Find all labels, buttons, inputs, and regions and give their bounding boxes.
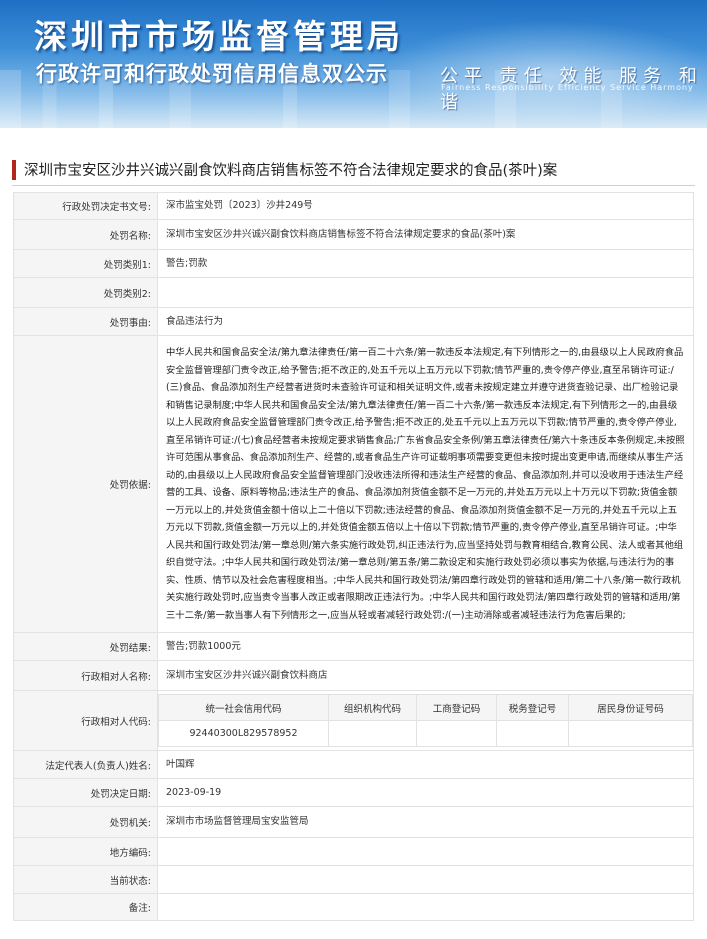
site-banner: 深圳市市场监督管理局 行政许可和行政处罚信用信息双公示 公平 责任 效能 服务 …	[0, 0, 707, 128]
site-title: 深圳市市场监督管理局	[34, 17, 404, 56]
label-case-name: 处罚名称:	[13, 219, 158, 250]
label-status: 当前状态:	[13, 865, 158, 894]
label-party-name: 行政相对人名称:	[13, 660, 158, 691]
row-remark: 备注:	[13, 893, 694, 921]
value-reason: 食品违法行为	[157, 307, 694, 336]
label-basis: 处罚依据:	[13, 335, 158, 633]
value-decision-no: 深市监宝处罚〔2023〕沙井249号	[157, 192, 694, 220]
case-detail-table: 行政处罚决定书文号: 深市监宝处罚〔2023〕沙井249号 处罚名称: 深圳市宝…	[13, 192, 694, 921]
row-status: 当前状态:	[13, 865, 694, 894]
value-party-name: 深圳市宝安区沙井兴诚兴副食饮料商店	[157, 660, 694, 691]
row-case-name: 处罚名称: 深圳市宝安区沙井兴诚兴副食饮料商店销售标签不符合法律规定要求的食品(…	[13, 219, 694, 250]
value-case-name: 深圳市宝安区沙井兴诚兴副食饮料商店销售标签不符合法律规定要求的食品(茶叶)案	[157, 219, 694, 250]
code-header-tax: 税务登记号	[496, 694, 569, 721]
value-authority: 深圳市市场监督管理局宝安监管局	[157, 806, 694, 838]
case-heading: 深圳市宝安区沙井兴诚兴副食饮料商店销售标签不符合法律规定要求的食品(茶叶)案	[12, 154, 695, 186]
value-category2	[157, 277, 694, 308]
row-reason: 处罚事由: 食品违法行为	[13, 307, 694, 336]
site-slogan-english: Fairness Responsibility Efficiency Servi…	[441, 83, 694, 92]
value-area-code	[157, 837, 694, 866]
label-category2: 处罚类别2:	[13, 277, 158, 308]
row-category2: 处罚类别2:	[13, 277, 694, 308]
label-authority: 处罚机关:	[13, 806, 158, 838]
value-decision-date: 2023-09-19	[157, 778, 694, 807]
value-result: 警告;罚款1000元	[157, 632, 694, 661]
heading-accent-bar	[12, 159, 16, 180]
label-area-code: 地方编码:	[13, 837, 158, 866]
code-value-credit: 92440300L829578952	[158, 720, 329, 747]
party-code-table: 统一社会信用代码 组织机构代码 工商登记码 税务登记号 居民身份证号码 9244…	[158, 694, 693, 747]
code-value-org	[328, 720, 417, 747]
code-value-row: 92440300L829578952	[158, 720, 693, 747]
value-legal-rep: 叶国辉	[157, 750, 694, 779]
code-header-org: 组织机构代码	[328, 694, 417, 721]
row-legal-rep: 法定代表人(负责人)姓名: 叶国辉	[13, 750, 694, 779]
label-party-code: 行政相对人代码:	[13, 690, 158, 751]
value-remark	[157, 893, 694, 921]
row-party-code: 行政相对人代码: 统一社会信用代码 组织机构代码 工商登记码 税务登记号 居民身…	[13, 690, 694, 751]
code-header-credit: 统一社会信用代码	[158, 694, 329, 721]
label-decision-no: 行政处罚决定书文号:	[13, 192, 158, 220]
code-value-business	[416, 720, 497, 747]
row-decision-no: 行政处罚决定书文号: 深市监宝处罚〔2023〕沙井249号	[13, 192, 694, 220]
row-authority: 处罚机关: 深圳市市场监督管理局宝安监管局	[13, 806, 694, 838]
label-reason: 处罚事由:	[13, 307, 158, 336]
code-header-row: 统一社会信用代码 组织机构代码 工商登记码 税务登记号 居民身份证号码	[158, 694, 693, 721]
code-value-tax	[496, 720, 569, 747]
row-category1: 处罚类别1: 警告;罚款	[13, 249, 694, 278]
value-category1: 警告;罚款	[157, 249, 694, 278]
code-header-id: 居民身份证号码	[568, 694, 693, 721]
row-decision-date: 处罚决定日期: 2023-09-19	[13, 778, 694, 807]
label-category1: 处罚类别1:	[13, 249, 158, 278]
site-subtitle: 行政许可和行政处罚信用信息双公示	[36, 62, 388, 86]
label-decision-date: 处罚决定日期:	[13, 778, 158, 807]
row-area-code: 地方编码:	[13, 837, 694, 866]
row-result: 处罚结果: 警告;罚款1000元	[13, 632, 694, 661]
row-party-name: 行政相对人名称: 深圳市宝安区沙井兴诚兴副食饮料商店	[13, 660, 694, 691]
label-remark: 备注:	[13, 893, 158, 921]
value-status	[157, 865, 694, 894]
code-header-business: 工商登记码	[416, 694, 497, 721]
row-basis: 处罚依据: 中华人民共和国食品安全法/第九章法律责任/第一百二十六条/第一款违反…	[13, 335, 694, 633]
value-basis: 中华人民共和国食品安全法/第九章法律责任/第一百二十六条/第一款违反本法规定,有…	[157, 335, 694, 633]
case-title: 深圳市宝安区沙井兴诚兴副食饮料商店销售标签不符合法律规定要求的食品(茶叶)案	[24, 163, 558, 179]
code-value-id	[568, 720, 693, 747]
label-result: 处罚结果:	[13, 632, 158, 661]
label-legal-rep: 法定代表人(负责人)姓名:	[13, 750, 158, 779]
party-code-cell: 统一社会信用代码 组织机构代码 工商登记码 税务登记号 居民身份证号码 9244…	[157, 690, 694, 751]
